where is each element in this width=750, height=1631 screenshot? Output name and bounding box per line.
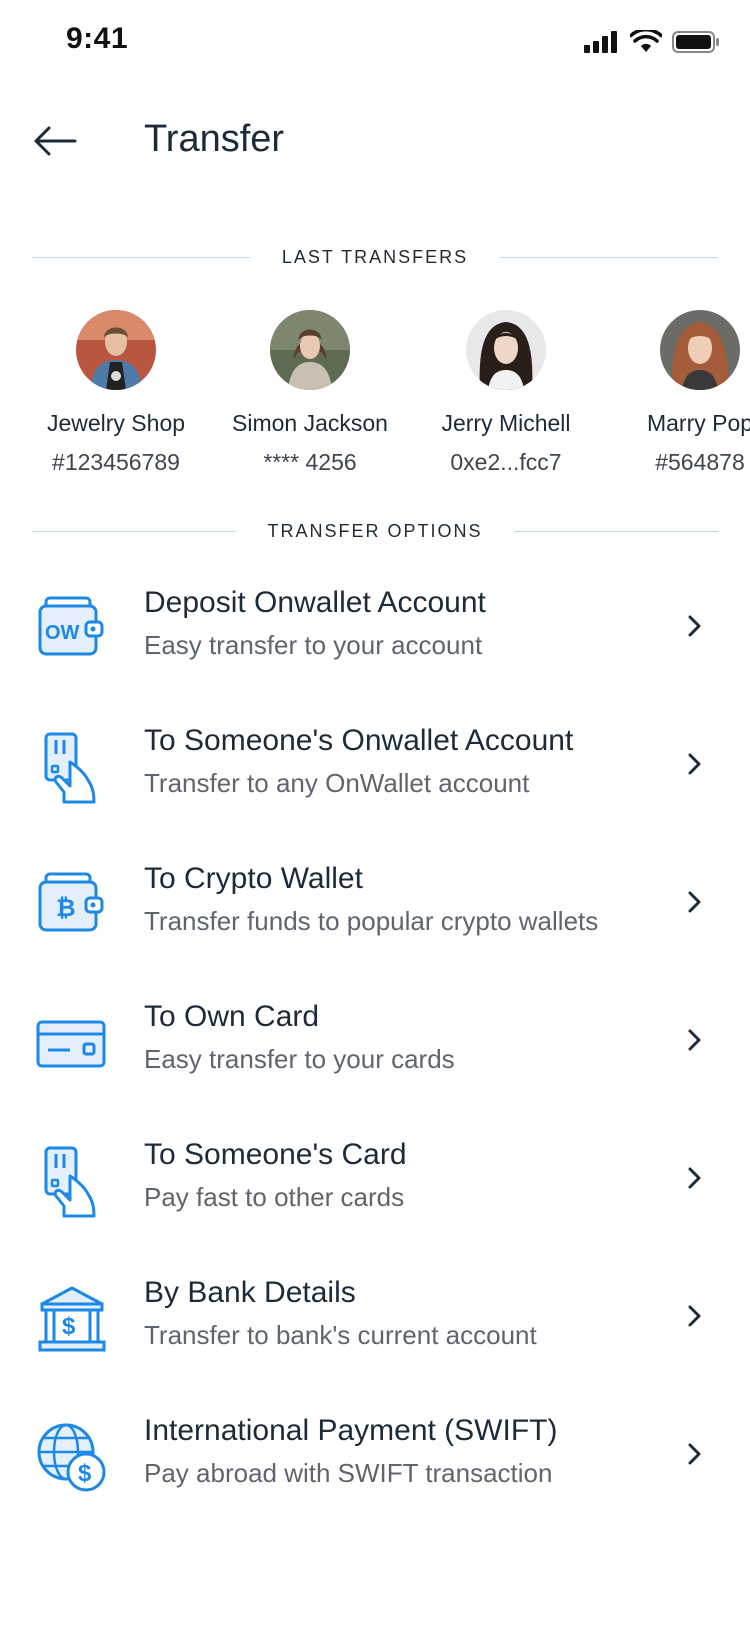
wifi-icon [630,30,662,52]
avatar [76,310,156,390]
divider-line [514,530,719,532]
avatar [270,310,350,390]
option-subtitle: Transfer to bank's current account [144,1320,537,1350]
chevron-right-icon [688,891,701,913]
status-bar: 9:41 [0,0,750,90]
chevron-right-icon [688,1443,701,1465]
option-someones-card[interactable]: To Someone's Card Pay fast to other card… [0,1132,750,1252]
battery-icon [672,31,719,53]
avatar [466,310,546,390]
hand-card-icon [44,732,96,804]
transfer-options-divider: TRANSFER OPTIONS [32,516,719,546]
arrow-left-icon [34,126,77,156]
svg-text:$: $ [78,1460,92,1487]
option-title: To Someone's Onwallet Account [144,724,574,757]
crypto-wallet-icon: ₿ [38,872,104,932]
option-subtitle: Pay fast to other cards [144,1182,405,1212]
option-subtitle: Pay abroad with SWIFT transaction [144,1458,553,1488]
contact-name: Jewelry Shop [46,410,186,436]
option-title: To Someone's Card [144,1138,407,1171]
transfer-options-label: TRANSFER OPTIONS [267,520,483,541]
option-deposit-onwallet[interactable]: OW Deposit Onwallet Account Easy transfe… [0,580,750,700]
chevron-right-icon [688,1029,701,1051]
chevron-right-icon [688,1167,701,1189]
last-transfers-label: LAST TRANSFERS [281,246,469,267]
contact-item[interactable]: Marry Pop #564878 [600,310,750,476]
contact-name: Jerry Michell [441,410,571,436]
hand-card-icon [44,1146,96,1218]
svg-text:$: $ [62,1313,76,1340]
option-someones-onwallet[interactable]: To Someone's Onwallet Account Transfer t… [0,718,750,838]
option-title: International Payment (SWIFT) [144,1414,558,1447]
option-title: Deposit Onwallet Account [144,586,486,619]
svg-text:OW: OW [45,622,80,644]
last-transfers-list[interactable]: Jewelry Shop #123456789 Simon Jackson **… [0,310,750,480]
option-title: To Crypto Wallet [144,862,363,895]
option-subtitle: Easy transfer to your account [144,630,483,660]
status-icons [584,30,720,54]
option-bank-details[interactable]: $ By Bank Details Transfer to bank's cur… [0,1270,750,1390]
option-international-swift[interactable]: $ International Payment (SWIFT) Pay abro… [0,1408,750,1528]
chevron-right-icon [688,615,701,637]
option-subtitle: Easy transfer to your cards [144,1044,455,1074]
contact-item[interactable]: Simon Jackson **** 4256 [210,310,410,476]
contact-item[interactable]: Jewelry Shop #123456789 [16,310,216,476]
option-own-card[interactable]: To Own Card Easy transfer to your cards [0,994,750,1114]
contact-name: Marry Pop [646,410,750,436]
header: Transfer [0,100,750,190]
contact-account: #564878 [655,449,745,475]
divider-line [32,256,250,258]
back-button[interactable] [30,116,80,166]
contact-name: Simon Jackson [232,410,388,436]
wallet-ow-icon: OW [38,596,104,656]
contact-account: #123456789 [52,449,180,475]
last-transfers-divider: LAST TRANSFERS [32,242,719,272]
option-title: By Bank Details [144,1276,356,1309]
svg-text:₿: ₿ [56,895,76,922]
avatar [660,310,740,390]
option-title: To Own Card [144,1000,320,1033]
divider-line [500,256,719,258]
option-crypto-wallet[interactable]: ₿ To Crypto Wallet Transfer funds to pop… [0,856,750,976]
page-title: Transfer [144,118,285,160]
status-time: 9:41 [66,22,129,55]
contact-account: **** 4256 [263,449,357,475]
cellular-signal-icon [584,31,617,53]
contact-item[interactable]: Jerry Michell 0xe2...fcc7 [406,310,606,476]
divider-line [32,530,236,532]
option-subtitle: Transfer funds to popular crypto wallets [144,906,599,936]
chevron-right-icon [688,753,701,775]
chevron-right-icon [688,1305,701,1327]
option-subtitle: Transfer to any OnWallet account [144,768,530,798]
bank-icon: $ [38,1286,106,1352]
contact-account: 0xe2...fcc7 [450,449,562,475]
globe-dollar-icon: $ [37,1423,106,1492]
credit-card-icon [36,1020,106,1068]
